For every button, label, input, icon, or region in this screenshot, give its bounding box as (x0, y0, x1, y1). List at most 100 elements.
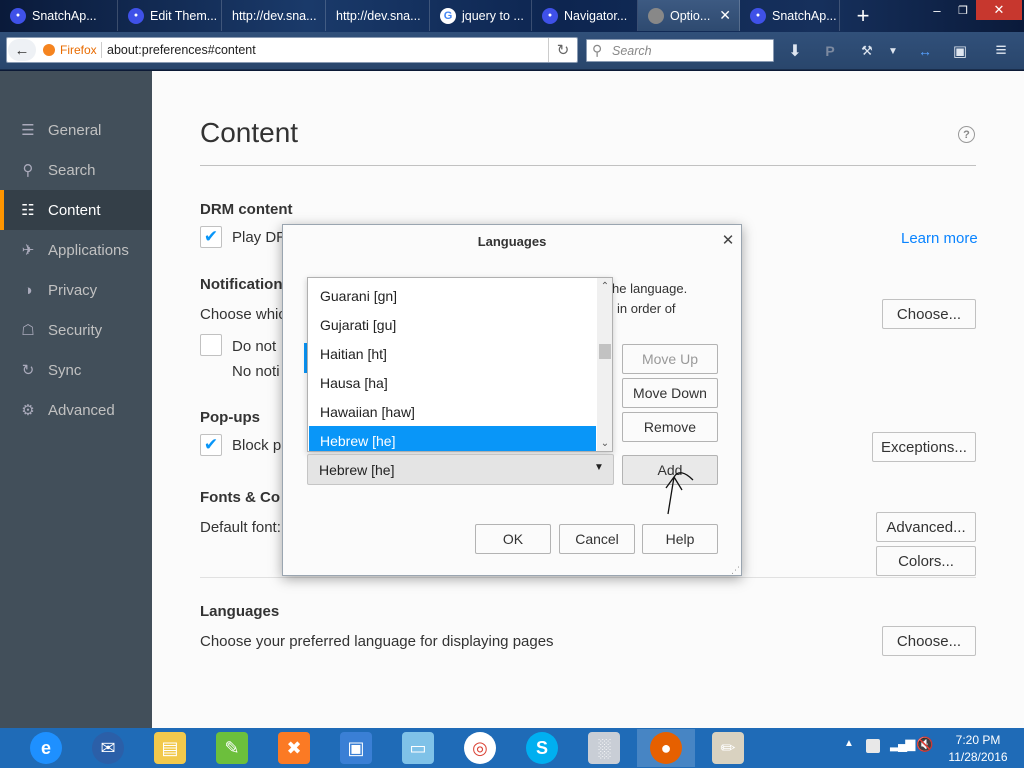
firefox-identity-icon[interactable] (43, 44, 55, 56)
taskbar-internet-explorer[interactable]: e (17, 729, 75, 767)
search-placeholder: Search (612, 44, 652, 58)
back-button[interactable]: ← (8, 39, 36, 61)
tab-favicon-icon: ● (542, 7, 558, 24)
language-select[interactable]: Hebrew [he] ▼ (307, 454, 614, 485)
system-monitor-icon: ░ (588, 732, 620, 764)
sidebar-item-label: General (48, 121, 102, 139)
fonts-advanced-button[interactable]: Advanced... (876, 512, 976, 542)
language-option[interactable]: Guarani [gn] (309, 281, 596, 310)
taskbar-virtualbox[interactable]: ▣ (327, 729, 385, 767)
taskbar-notepad-plus[interactable]: ✎ (203, 729, 261, 767)
dialog-title: Languages (477, 233, 547, 249)
block-popups-checkbox[interactable]: ✔ (200, 434, 222, 456)
sidebar-item-applications[interactable]: ✈ Applications (0, 230, 152, 270)
do-not-disturb-checkbox[interactable] (200, 334, 222, 356)
tab-2[interactable]: http://dev.sna... (222, 0, 326, 31)
notifications-choose-button[interactable]: Choose... (882, 299, 976, 329)
exceptions-button[interactable]: Exceptions... (872, 432, 976, 462)
help-icon[interactable]: ? (958, 126, 975, 143)
languages-dialog: Languages ✕ he language. in order of Mov… (282, 224, 742, 576)
network-signal-icon[interactable]: ▂▄▆ (890, 736, 915, 752)
sidebar-item-sync[interactable]: ↻ Sync (0, 350, 152, 390)
tray-expand-icon[interactable]: ▲ (844, 738, 854, 749)
colors-button[interactable]: Colors... (876, 546, 976, 576)
url-divider (101, 42, 102, 58)
language-option[interactable]: Hawaiian [haw] (309, 397, 596, 426)
remove-button[interactable]: Remove (622, 412, 718, 442)
sidebar-item-advanced[interactable]: ⚙ Advanced (0, 390, 152, 430)
list-scrollbar[interactable]: ⌃ ⌄ (597, 278, 612, 451)
action-center-icon[interactable] (866, 739, 880, 753)
sidebar-item-content[interactable]: ☷ Content (0, 190, 152, 230)
taskbar-thunderbird[interactable]: ✉ (79, 729, 137, 767)
hamburger-menu-icon[interactable]: ≡ (989, 40, 1013, 62)
taskbar-file-explorer[interactable]: ▤ (141, 729, 199, 767)
pocket-icon[interactable]: P (818, 40, 842, 62)
taskbar-chrome[interactable]: ◎ (451, 729, 509, 767)
advanced-icon: ⚙ (21, 402, 35, 419)
languages-choose-button[interactable]: Choose... (882, 626, 976, 656)
window-close-button[interactable]: ✕ (976, 0, 1022, 20)
languages-desc: Choose your preferred language for displ… (200, 633, 554, 650)
extension-icon[interactable]: ⚒ (855, 40, 879, 62)
downloads-icon[interactable]: ⬇ (783, 40, 807, 62)
reload-icon[interactable]: ↻ (553, 40, 573, 60)
search-bar[interactable]: ⚲ Search (586, 39, 774, 62)
scrollbar-thumb[interactable] (599, 344, 611, 359)
sidebar-item-general[interactable]: ☰ General (0, 110, 152, 150)
tab-7[interactable]: ● SnatchAp... (740, 0, 840, 31)
move-up-button[interactable]: Move Up (622, 344, 718, 374)
file-explorer-icon: ▤ (154, 732, 186, 764)
learn-more-link[interactable]: Learn more (901, 230, 978, 247)
clock-time[interactable]: 7:20 PM (938, 733, 1018, 747)
restore-button[interactable]: ❐ (950, 0, 976, 20)
tab-label: Edit Them... (150, 8, 218, 23)
tab-3[interactable]: http://dev.sna... (326, 0, 430, 31)
preferences-sidebar: ☰ General ⚲ Search ☷ Content ✈ Applications ◑ Pri… (0, 71, 152, 728)
languages-heading: Languages (200, 603, 280, 620)
taskbar-xampp[interactable]: ✖ (265, 729, 323, 767)
sidebar-item-security[interactable]: ☖ Security (0, 310, 152, 350)
minimize-button[interactable]: – (924, 0, 950, 20)
tab-5[interactable]: ● Navigator... (532, 0, 638, 31)
language-option[interactable]: Hausa [ha] (309, 368, 596, 397)
taskbar-sticky-notes[interactable]: ▭ (389, 729, 447, 767)
volume-icon[interactable]: 🔇 (916, 736, 933, 753)
scroll-down-arrow-icon[interactable]: ⌄ (598, 436, 612, 450)
tab-close-icon[interactable]: ✕ (719, 7, 731, 24)
new-tab-button[interactable]: + (850, 3, 876, 28)
taskbar-system-monitor[interactable]: ░ (575, 729, 633, 767)
resize-grip-icon[interactable]: ⋰ (731, 565, 740, 575)
ok-button[interactable]: OK (475, 524, 551, 554)
drm-checkbox[interactable]: ✔ (200, 226, 222, 248)
taskbar-paint[interactable]: ✏ (699, 729, 757, 767)
language-option[interactable]: Hebrew [he] (309, 426, 596, 451)
tab-0[interactable]: ● SnatchAp... (0, 0, 118, 31)
move-down-button[interactable]: Move Down (622, 378, 718, 408)
cancel-button[interactable]: Cancel (559, 524, 635, 554)
url-text[interactable]: about:preferences#content (107, 43, 256, 57)
tab-favicon-icon: ● (128, 7, 144, 24)
sync-icon: ↻ (21, 362, 35, 379)
language-dropdown-list[interactable]: Guarani [gn] Gujarati [gu] Haitian [ht] Hau… (307, 277, 613, 452)
language-option[interactable]: Gujarati [gu] (309, 310, 596, 339)
sidebar-toggle-icon[interactable]: ▣ (948, 40, 972, 62)
tab-6[interactable]: Optio... ✕ (638, 0, 740, 31)
help-button[interactable]: Help (642, 524, 718, 554)
scroll-up-arrow-icon[interactable]: ⌃ (598, 279, 612, 293)
language-option[interactable]: Haitian [ht] (309, 339, 596, 368)
sidebar-item-search[interactable]: ⚲ Search (0, 150, 152, 190)
url-bar[interactable]: ← Firefox about:preferences#content ↻ (6, 37, 578, 63)
extension-blue-icon[interactable]: ↔ (913, 40, 937, 62)
select-dropdown-arrow-icon: ▼ (594, 462, 604, 473)
taskbar-firefox[interactable]: ● (637, 729, 695, 767)
taskbar-skype[interactable]: S (513, 729, 571, 767)
clock-date[interactable]: 11/28/2016 (938, 750, 1018, 764)
dropdown-chevron-icon[interactable]: ▼ (882, 40, 904, 62)
sidebar-item-privacy[interactable]: ◑ Privacy (0, 270, 152, 310)
tab-1[interactable]: ● Edit Them... (118, 0, 222, 31)
general-icon: ☰ (21, 122, 35, 139)
tab-strip: ● SnatchAp... ● Edit Them... http://dev.sna.… (0, 0, 1024, 32)
tab-4[interactable]: Gjquery to ... (430, 0, 532, 31)
dialog-close-icon[interactable]: ✕ (719, 231, 737, 249)
